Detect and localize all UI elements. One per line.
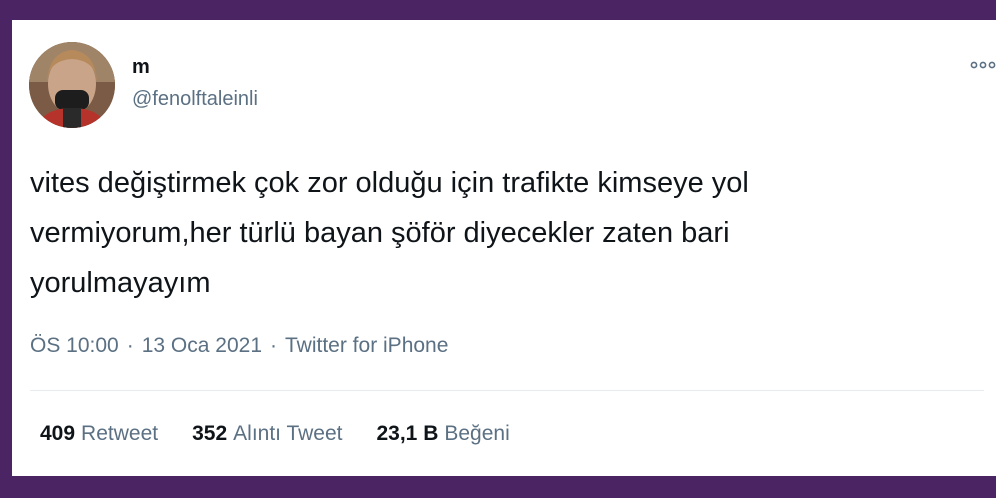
tweet-text-line: yorulmayayım bbox=[30, 267, 211, 299]
retweet-label: Retweet bbox=[81, 422, 159, 445]
quote-tweet-count: 352 bbox=[192, 422, 228, 445]
page-frame: m @fenolftaleinli vites değiştirmek çok … bbox=[0, 0, 996, 498]
user-handle[interactable]: @fenolftaleinli bbox=[132, 88, 258, 111]
tweet-text-line: vites değiştirmek çok zor olduğu için tr… bbox=[30, 167, 749, 199]
quote-tweet-stat[interactable]: 352 Alıntı Tweet bbox=[192, 422, 342, 446]
retweet-stat[interactable]: 409 Retweet bbox=[40, 422, 158, 446]
display-name[interactable]: m bbox=[132, 56, 150, 79]
tweet-text-line: vermiyorum,her türlü bayan şöför diyecek… bbox=[30, 217, 730, 249]
like-label: Beğeni bbox=[444, 422, 510, 445]
more-horizontal-icon[interactable] bbox=[970, 58, 996, 70]
tweet-stats: 409 Retweet 352 Alıntı Tweet 23,1 B Beğeni bbox=[40, 422, 510, 446]
tweet-date[interactable]: 13 Oca 2021 bbox=[142, 334, 262, 357]
avatar[interactable] bbox=[29, 42, 115, 128]
tweet-card: m @fenolftaleinli vites değiştirmek çok … bbox=[12, 20, 996, 476]
divider bbox=[30, 390, 984, 391]
quote-tweet-label: Alıntı Tweet bbox=[233, 422, 343, 445]
like-stat[interactable]: 23,1 B Beğeni bbox=[376, 422, 509, 446]
avatar-photo bbox=[29, 42, 115, 128]
tweet-time[interactable]: ÖS 10:00 bbox=[30, 334, 119, 357]
tweet-text: vites değiştirmek çok zor olduğu için tr… bbox=[30, 158, 980, 308]
tweet-meta: ÖS 10:00 · 13 Oca 2021 · Twitter for iPhone bbox=[30, 334, 448, 358]
meta-separator: · bbox=[126, 334, 134, 357]
tweet-source[interactable]: Twitter for iPhone bbox=[285, 334, 448, 357]
like-count: 23,1 B bbox=[376, 422, 439, 445]
retweet-count: 409 bbox=[40, 422, 76, 445]
meta-separator: · bbox=[270, 334, 277, 357]
